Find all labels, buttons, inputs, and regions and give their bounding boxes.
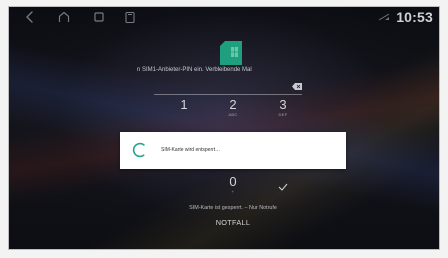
spinner-icon (132, 142, 148, 158)
recent-apps-icon[interactable] (92, 10, 106, 24)
pin-input[interactable] (154, 80, 302, 95)
emergency-call-button[interactable]: NOTFALL (191, 216, 275, 230)
key-0[interactable]: 0 + (218, 175, 248, 201)
sim-locked-message: SIM-Karte ist gesperrt. – Nur Notrufe (189, 205, 277, 211)
key-2[interactable]: 2 ABC (218, 98, 248, 124)
status-clock: 10:53 (396, 9, 433, 25)
backspace-icon[interactable] (292, 83, 302, 90)
key-letters: ABC (228, 112, 238, 117)
sim-card-icon (220, 41, 242, 65)
progress-dialog: SIM-Karte wird entsperrt… (120, 132, 346, 169)
dialog-message: SIM-Karte wird entsperrt… (161, 147, 221, 153)
key-digit: 1 (180, 97, 188, 112)
confirm-icon[interactable] (278, 183, 288, 191)
signal-icon (378, 13, 390, 21)
status-bar: 10:53 (9, 7, 439, 27)
key-digit: 2 (229, 97, 237, 112)
key-digit: 0 (229, 174, 237, 189)
key-letters: + (231, 189, 235, 194)
key-letters: DEF (278, 112, 288, 117)
key-3[interactable]: 3 DEF (268, 98, 298, 124)
back-icon[interactable] (23, 10, 37, 24)
lock-screen: 10:53 n SIM1-Anbieter-PIN ein. Verbleibe… (8, 6, 440, 250)
clipboard-icon[interactable] (123, 10, 137, 24)
key-digit: 3 (279, 97, 287, 112)
home-icon[interactable] (57, 10, 71, 24)
key-1[interactable]: 1 (169, 98, 199, 124)
pin-prompt: n SIM1-Anbieter-PIN ein. Verbleibende Ma… (137, 67, 252, 73)
